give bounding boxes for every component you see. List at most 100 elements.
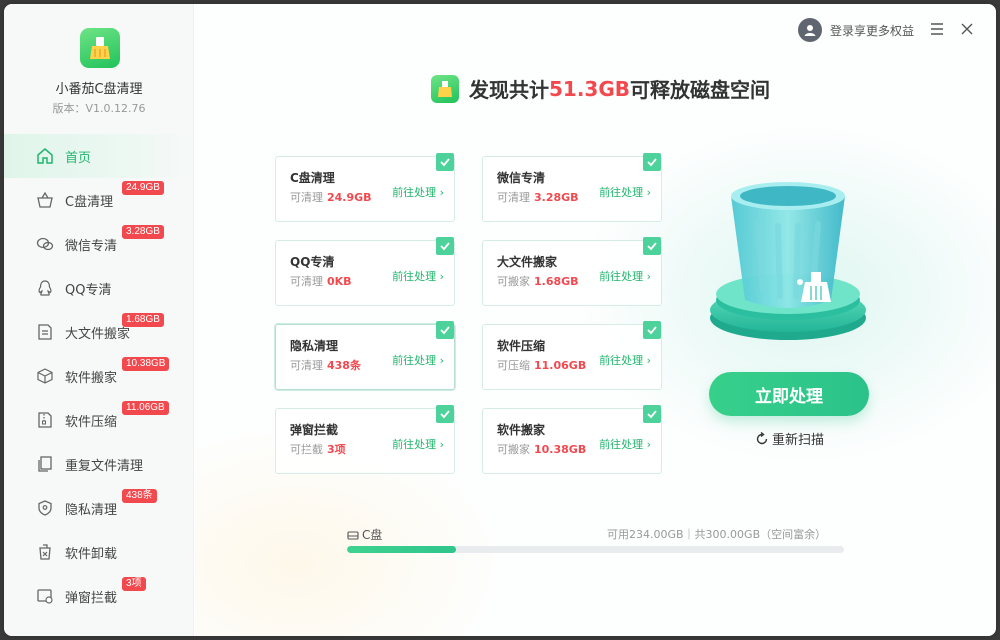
- sidebar-item-label: 软件搬家: [65, 370, 118, 386]
- sidebar-nav: 首页 C盘清理 24.9GB 微信专清 3.28GB QQ专清 大文件搬家 1.…: [4, 134, 194, 618]
- card-go-link[interactable]: 前往处理 ›: [599, 184, 651, 200]
- card-title: 隐私清理: [290, 339, 339, 353]
- count-badge: 1.68GB: [122, 313, 164, 327]
- card-go-link[interactable]: 前往处理 ›: [599, 352, 651, 368]
- card-title: C盘清理: [290, 171, 335, 185]
- refresh-icon: [755, 431, 769, 446]
- card-go-link[interactable]: 前往处理 ›: [392, 184, 444, 200]
- count-badge: 438条: [122, 489, 157, 503]
- checkbox-checked-icon[interactable]: [643, 153, 661, 171]
- sidebar-item-app-compress[interactable]: 软件压缩 11.06GB: [4, 398, 194, 442]
- go-label: 前往处理: [392, 186, 437, 199]
- sidebar-item-privacy[interactable]: 隐私清理 438条: [4, 486, 194, 530]
- sidebar-item-label: 重复文件清理: [65, 458, 144, 474]
- sidebar-item-label: 大文件搬家: [65, 326, 131, 342]
- qq-icon: [36, 279, 54, 297]
- wechat-icon: [36, 235, 54, 253]
- app-name: 小番茄C盘清理: [55, 82, 143, 97]
- go-label: 前往处理: [599, 354, 644, 367]
- card-privacy[interactable]: 隐私清理 可清理 438条 前往处理 ›: [275, 321, 455, 390]
- count-badge: 24.9GB: [122, 181, 164, 195]
- page-title: 发现共计 51.3GB 可释放磁盘空间: [431, 74, 770, 103]
- card-go-link[interactable]: 前往处理 ›: [599, 268, 651, 284]
- card-go-link[interactable]: 前往处理 ›: [392, 352, 444, 368]
- card-popup-block[interactable]: 弹窗拦截 可拦截 3项 前往处理 ›: [275, 405, 455, 474]
- card-title: QQ专清: [290, 255, 335, 269]
- card-title: 弹窗拦截: [290, 423, 339, 437]
- card-sub-label: 可清理: [290, 359, 323, 372]
- count-badge: 11.06GB: [122, 401, 169, 415]
- close-icon[interactable]: [958, 20, 976, 38]
- card-sub-label: 可搬家: [497, 443, 530, 456]
- sidebar-item-wechat[interactable]: 微信专清 3.28GB: [4, 222, 194, 266]
- rescan-label: 重新扫描: [772, 433, 825, 448]
- home-icon: [36, 147, 54, 165]
- card-app-compress[interactable]: 软件压缩 可压缩 11.06GB 前往处理 ›: [482, 321, 662, 390]
- sidebar-item-big-file[interactable]: 大文件搬家 1.68GB: [4, 310, 194, 354]
- go-label: 前往处理: [599, 186, 644, 199]
- card-wechat[interactable]: 微信专清 可清理 3.28GB 前往处理 ›: [482, 153, 662, 222]
- card-value: 3.28GB: [534, 191, 579, 204]
- card-subtitle: 可搬家 1.68GB: [497, 273, 579, 289]
- sidebar-item-label: 隐私清理: [65, 502, 118, 518]
- sidebar-item-qq[interactable]: QQ专清: [4, 266, 194, 310]
- card-big-file[interactable]: 大文件搬家 可搬家 1.68GB 前往处理 ›: [482, 237, 662, 306]
- card-go-link[interactable]: 前往处理 ›: [392, 268, 444, 284]
- sidebar-item-label: 首页: [65, 150, 92, 166]
- checkbox-checked-icon[interactable]: [643, 405, 661, 423]
- sidebar-item-label: 微信专清: [65, 238, 118, 254]
- checkbox-checked-icon[interactable]: [643, 237, 661, 255]
- trash-can-icon: [703, 172, 873, 362]
- sidebar-item-popup-block[interactable]: 弹窗拦截 3项: [4, 574, 194, 618]
- app-logo-icon: [80, 28, 120, 68]
- box-icon: [36, 367, 54, 385]
- sidebar-item-label: C盘清理: [65, 194, 114, 210]
- drive-icon: [347, 529, 359, 541]
- checkbox-checked-icon[interactable]: [436, 153, 454, 171]
- card-c-clean[interactable]: C盘清理 可清理 24.9GB 前往处理 ›: [275, 153, 455, 222]
- sidebar-item-label: QQ专清: [65, 282, 112, 298]
- card-app-move[interactable]: 软件搬家 可搬家 10.38GB 前往处理 ›: [482, 405, 662, 474]
- disk-usage-fill: [347, 546, 457, 553]
- card-value: 11.06GB: [534, 359, 587, 372]
- checkbox-checked-icon[interactable]: [436, 405, 454, 423]
- sidebar-item-duplicate[interactable]: 重复文件清理: [4, 442, 194, 486]
- card-sub-label: 可压缩: [497, 359, 530, 372]
- card-subtitle: 可搬家 10.38GB: [497, 441, 586, 457]
- card-subtitle: 可拦截 3项: [290, 441, 346, 457]
- title-suffix: 可释放磁盘空间: [630, 78, 771, 102]
- card-go-link[interactable]: 前往处理 ›: [599, 436, 651, 452]
- card-value: 10.38GB: [534, 443, 587, 456]
- card-title: 大文件搬家: [497, 255, 558, 269]
- disk-info: 可用234.00GB｜共300.00GB（空间富余）: [607, 528, 827, 541]
- avatar-icon: [797, 18, 822, 42]
- count-badge: 3项: [122, 577, 146, 591]
- hamburger-icon[interactable]: [928, 20, 946, 38]
- checkbox-checked-icon[interactable]: [436, 237, 454, 255]
- card-subtitle: 可清理 438条: [290, 357, 361, 373]
- sidebar: 小番茄C盘清理 版本：V1.0.12.76 首页 C盘清理 24.9GB 微信专…: [4, 4, 194, 636]
- sidebar-item-label: 弹窗拦截: [65, 590, 118, 606]
- rescan-button[interactable]: 重新扫描: [755, 429, 824, 448]
- sidebar-item-c-clean[interactable]: C盘清理 24.9GB: [4, 178, 194, 222]
- login-link[interactable]: 登录享更多权益: [797, 18, 914, 42]
- card-sub-label: 可搬家: [497, 275, 530, 288]
- card-sub-label: 可清理: [290, 191, 323, 204]
- process-now-button[interactable]: 立即处理: [709, 372, 869, 416]
- file-move-icon: [36, 323, 54, 341]
- count-badge: 10.38GB: [122, 357, 170, 371]
- checkbox-checked-icon[interactable]: [436, 321, 454, 339]
- app-window: 小番茄C盘清理 版本：V1.0.12.76 首页 C盘清理 24.9GB 微信专…: [4, 4, 996, 636]
- card-go-link[interactable]: 前往处理 ›: [392, 436, 444, 452]
- go-label: 前往处理: [599, 438, 644, 451]
- card-subtitle: 可清理 0KB: [290, 273, 352, 289]
- title-prefix: 发现共计: [469, 78, 549, 102]
- basket-icon: [36, 191, 54, 209]
- sidebar-item-home[interactable]: 首页: [4, 134, 194, 178]
- broom-icon: [431, 74, 459, 103]
- sidebar-item-uninstall[interactable]: 软件卸载: [4, 530, 194, 574]
- app-version: 版本：V1.0.12.76: [52, 102, 146, 115]
- card-qq[interactable]: QQ专清 可清理 0KB 前往处理 ›: [275, 237, 455, 306]
- sidebar-item-app-move[interactable]: 软件搬家 10.38GB: [4, 354, 194, 398]
- checkbox-checked-icon[interactable]: [643, 321, 661, 339]
